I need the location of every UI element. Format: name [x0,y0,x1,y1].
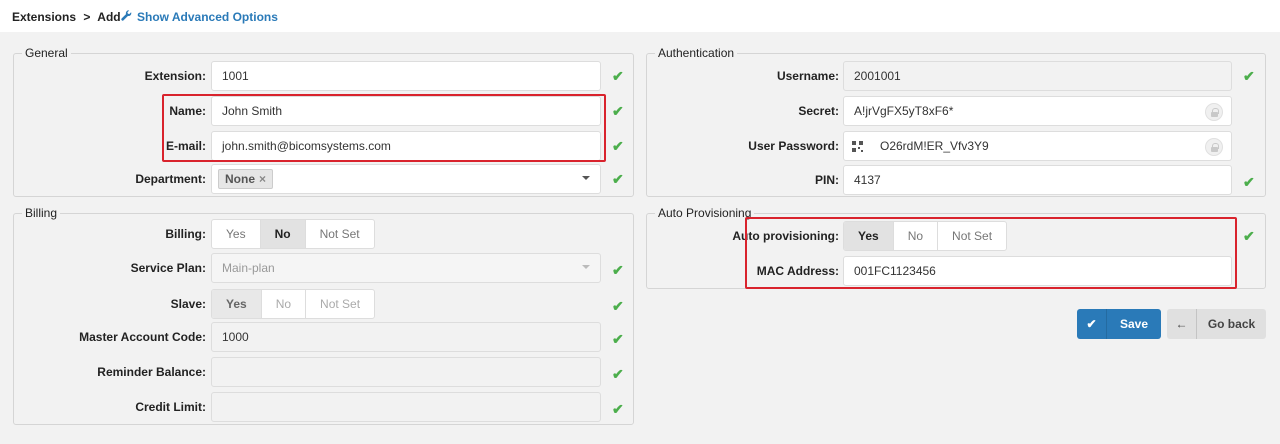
form-content: General Extension: 1001 ✔ Name: John Smi… [0,32,1280,444]
secret-value: A!jrVgFX5yT8xF6* [854,104,954,118]
auto-provisioning-valid-icon: ✔ [1243,228,1255,244]
slave-option-not-set[interactable]: Not Set [306,290,374,318]
secret-label: Secret: [798,104,839,118]
slave-option-no[interactable]: No [262,290,307,318]
breadcrumb: Extensions > Add [12,10,121,24]
secret-input[interactable]: A!jrVgFX5yT8xF6* [843,96,1232,126]
username-valid-icon: ✔ [1243,68,1255,84]
auto-provisioning-option-not-set[interactable]: Not Set [938,222,1006,250]
username-label: Username: [776,69,839,83]
mac-address-label: MAC Address: [756,264,839,278]
slave-valid-icon: ✔ [612,298,624,314]
master-account-code-input[interactable]: 1000 [211,322,601,352]
save-button[interactable]: ✔ Save [1077,309,1161,339]
slave-toggle[interactable]: Yes No Not Set [211,289,376,319]
arrow-left-icon: ← [1167,309,1197,339]
auto-provisioning-section-title: Auto Provisioning [655,206,755,220]
auto-provisioning-option-no[interactable]: No [894,222,939,250]
go-back-button-label: Go back [1207,317,1256,331]
wrench-icon [121,10,132,24]
auto-provisioning-label: Auto provisioning: [732,229,839,243]
top-bar: Extensions > Add Show Advanced Options [0,0,1280,32]
user-password-input[interactable]: O26rdM!ER_Vfv3Y9 [843,131,1232,161]
go-back-button[interactable]: ← Go back [1167,309,1266,339]
breadcrumb-separator: > [83,10,91,24]
pin-label: PIN: [815,173,839,187]
show-advanced-options-link[interactable]: Show Advanced Options [121,10,278,24]
credit-limit-valid-icon: ✔ [612,401,624,417]
auto-provisioning-toggle[interactable]: Yes No Not Set [843,221,1008,251]
credit-limit-input[interactable] [211,392,601,422]
reminder-balance-input[interactable] [211,357,601,387]
general-section-title: General [22,46,71,60]
checkmark-icon: ✔ [1077,309,1107,339]
save-button-label: Save [1119,317,1149,331]
slave-label: Slave: [170,297,206,311]
auto-provisioning-option-yes[interactable]: Yes [844,222,894,250]
username-input[interactable]: 2001001 [843,61,1232,91]
user-password-value: O26rdM!ER_Vfv3Y9 [880,139,989,153]
pin-input[interactable]: 4137 [843,165,1232,195]
qr-code-icon[interactable] [852,141,863,152]
reminder-balance-valid-icon: ✔ [612,366,624,382]
slave-option-yes[interactable]: Yes [212,290,262,318]
lock-icon[interactable] [1205,103,1223,121]
credit-limit-label: Credit Limit: [135,400,206,414]
pin-valid-icon: ✔ [1243,174,1255,190]
show-advanced-options-label: Show Advanced Options [137,10,278,24]
mac-address-input[interactable]: 001FC1123456 [843,256,1232,286]
authentication-section-title: Authentication [655,46,738,60]
billing-section-title: Billing [22,206,61,220]
user-password-label: User Password: [748,139,839,153]
breadcrumb-root[interactable]: Extensions [12,10,76,24]
lock-icon[interactable] [1205,138,1223,156]
breadcrumb-current: Add [97,10,121,24]
reminder-balance-label: Reminder Balance: [97,365,206,379]
master-account-code-label: Master Account Code: [79,330,206,344]
master-account-code-valid-icon: ✔ [612,331,624,347]
